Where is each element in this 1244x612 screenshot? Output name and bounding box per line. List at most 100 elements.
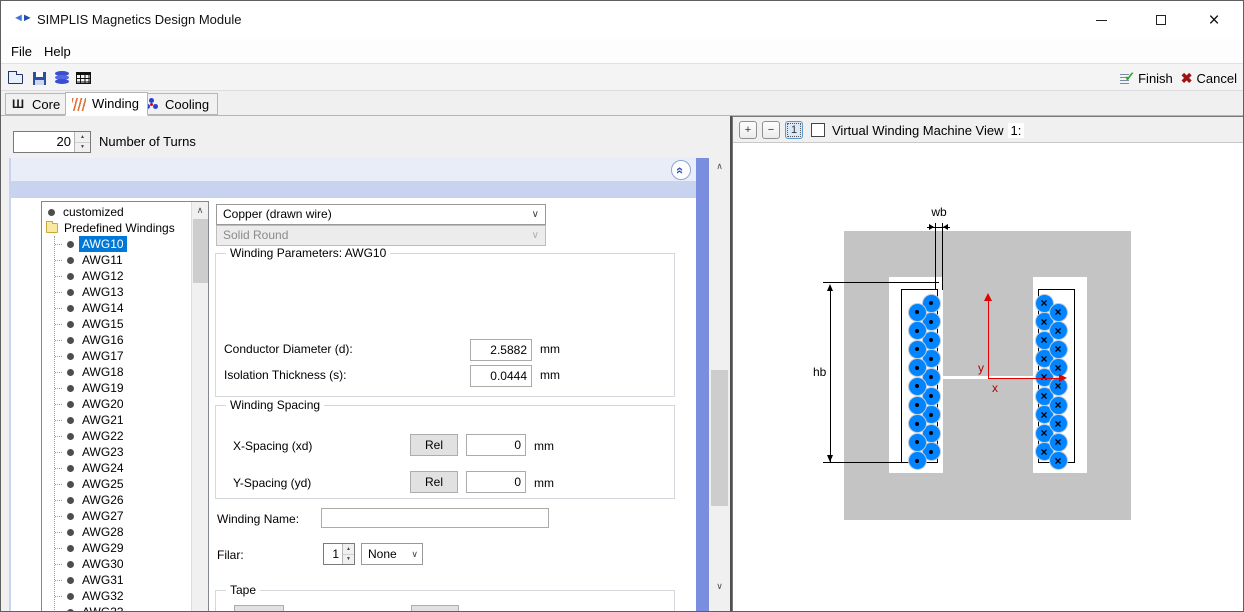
wire-turn-out [909, 434, 926, 451]
tree-item-awg13[interactable]: AWG13 [55, 284, 191, 300]
item-dot-icon [67, 289, 74, 296]
wire-turn-out [909, 341, 926, 358]
scroll-down-icon[interactable]: ∨ [710, 578, 729, 594]
conductor-diameter-field[interactable]: 2.5882 [470, 339, 532, 361]
spin-up-icon[interactable]: ▲ [75, 132, 90, 143]
item-dot-icon [67, 353, 74, 360]
filar-label: Filar: [217, 548, 244, 562]
tree-item-awg17[interactable]: AWG17 [55, 348, 191, 364]
tree-scroll-thumb[interactable] [193, 219, 208, 283]
tree-item-awg32[interactable]: AWG32 [55, 588, 191, 604]
tree-item-awg23[interactable]: AWG23 [55, 444, 191, 460]
tab-bar: Ш Core Winding Cooling [1, 91, 1243, 116]
item-dot-icon [67, 545, 74, 552]
tree-item-awg29[interactable]: AWG29 [55, 540, 191, 556]
number-of-turns-spinner[interactable]: 20 ▲▼ [13, 131, 91, 153]
isolation-thickness-field[interactable]: 0.0444 [470, 365, 532, 387]
scroll-thumb[interactable] [711, 370, 728, 506]
menu-file[interactable]: File [6, 42, 37, 61]
tree-item-label: AWG22 [79, 428, 127, 444]
clipped-button[interactable] [411, 605, 459, 612]
tree-item-predefined-windings[interactable]: Predefined Windings [44, 220, 191, 236]
spin-up-icon[interactable]: ▲ [343, 544, 354, 555]
toolbar: ✓ Finish ✖ Cancel [1, 63, 1243, 91]
cancel-x-icon: ✖ [1181, 71, 1193, 85]
tree-item-awg11[interactable]: AWG11 [55, 252, 191, 268]
cancel-button[interactable]: ✖ Cancel [1181, 71, 1237, 86]
tree-item-awg19[interactable]: AWG19 [55, 380, 191, 396]
open-icon[interactable] [8, 70, 25, 86]
tree-item-awg15[interactable]: AWG15 [55, 316, 191, 332]
tree-item-awg12[interactable]: AWG12 [55, 268, 191, 284]
close-button[interactable]: × [1191, 1, 1237, 39]
menu-help[interactable]: Help [39, 42, 76, 61]
tab-core[interactable]: Ш Core [5, 93, 69, 115]
tree-item-awg27[interactable]: AWG27 [55, 508, 191, 524]
tab-cooling[interactable]: Cooling [138, 93, 218, 115]
item-dot-icon [67, 529, 74, 536]
material-combo[interactable]: Copper (drawn wire) ∨ [216, 204, 546, 225]
tree-item-awg26[interactable]: AWG26 [55, 492, 191, 508]
tree-item-label: AWG16 [79, 332, 127, 348]
maximize-button[interactable] [1138, 1, 1184, 39]
wire-turn-in: × [1050, 452, 1067, 469]
y-axis-arrow [984, 293, 992, 301]
scroll-up-icon[interactable]: ∧ [192, 202, 208, 218]
view-1-button[interactable]: 1 [785, 121, 803, 139]
item-dot-icon [67, 257, 74, 264]
wire-turn-out [909, 397, 926, 414]
spin-down-icon[interactable]: ▼ [75, 143, 90, 153]
database-icon[interactable] [54, 70, 71, 86]
spin-down-icon[interactable]: ▼ [343, 555, 354, 565]
tree-item-awg16[interactable]: AWG16 [55, 332, 191, 348]
filar-spinner[interactable]: 1 ▲▼ [323, 543, 355, 565]
collapse-panel-button[interactable]: « [671, 160, 691, 180]
tree-item-awg25[interactable]: AWG25 [55, 476, 191, 492]
filar-combo[interactable]: None ∨ [361, 543, 423, 565]
tree-item-awg20[interactable]: AWG20 [55, 396, 191, 412]
view-index: 1: [1008, 123, 1025, 138]
tree-item-awg30[interactable]: AWG30 [55, 556, 191, 572]
wire-turn-out [909, 415, 926, 432]
y-spacing-rel-button[interactable]: Rel [410, 471, 458, 493]
tree-item-awg31[interactable]: AWG31 [55, 572, 191, 588]
panel-scrollbar[interactable]: ∧ ∨ [710, 158, 729, 612]
view-title: Virtual Winding Machine View1: [832, 123, 1024, 138]
tree-item-label: AWG33 [79, 604, 127, 612]
wire-turn-in: × [1050, 434, 1067, 451]
x-spacing-field[interactable]: 0 [466, 434, 526, 456]
clipped-button[interactable] [234, 605, 284, 612]
view-checkbox[interactable] [811, 123, 825, 137]
tree-item-awg10[interactable]: AWG10 [55, 236, 191, 252]
y-spacing-field[interactable]: 0 [466, 471, 526, 493]
chevron-down-icon: ∨ [411, 544, 418, 564]
grid-icon[interactable] [75, 70, 92, 86]
zoom-out-button[interactable]: − [762, 121, 780, 139]
tree-item-awg28[interactable]: AWG28 [55, 524, 191, 540]
finish-button[interactable]: ✓ Finish [1120, 71, 1173, 86]
app-window: ◄► SIMPLIS Magnetics Design Module × Fil… [0, 0, 1244, 612]
tree-item-awg22[interactable]: AWG22 [55, 428, 191, 444]
winding-name-input[interactable] [321, 508, 549, 528]
tree-item-awg21[interactable]: AWG21 [55, 412, 191, 428]
tab-winding[interactable]: Winding [65, 92, 148, 116]
winding-tree: customizedPredefined WindingsAWG10AWG11A… [41, 201, 209, 612]
save-icon[interactable] [32, 70, 49, 86]
item-dot-icon [67, 481, 74, 488]
tree-item-awg14[interactable]: AWG14 [55, 300, 191, 316]
x-axis-arrow [1059, 374, 1067, 382]
zoom-in-button[interactable]: + [739, 121, 757, 139]
turns-label: Number of Turns [99, 134, 196, 149]
tree-item-awg33[interactable]: AWG33 [55, 604, 191, 612]
item-dot-icon [67, 305, 74, 312]
tree-item-awg24[interactable]: AWG24 [55, 460, 191, 476]
group-title: Winding Spacing [226, 398, 324, 412]
folder-icon [46, 223, 58, 233]
tree-item-customized[interactable]: customized [44, 204, 191, 220]
x-spacing-rel-button[interactable]: Rel [410, 434, 458, 456]
tree-item-awg18[interactable]: AWG18 [55, 364, 191, 380]
scroll-up-icon[interactable]: ∧ [710, 158, 729, 174]
tree-scrollbar[interactable]: ∧ [191, 202, 208, 611]
minimize-button[interactable] [1078, 1, 1124, 39]
app-icon: ◄► [13, 12, 31, 24]
